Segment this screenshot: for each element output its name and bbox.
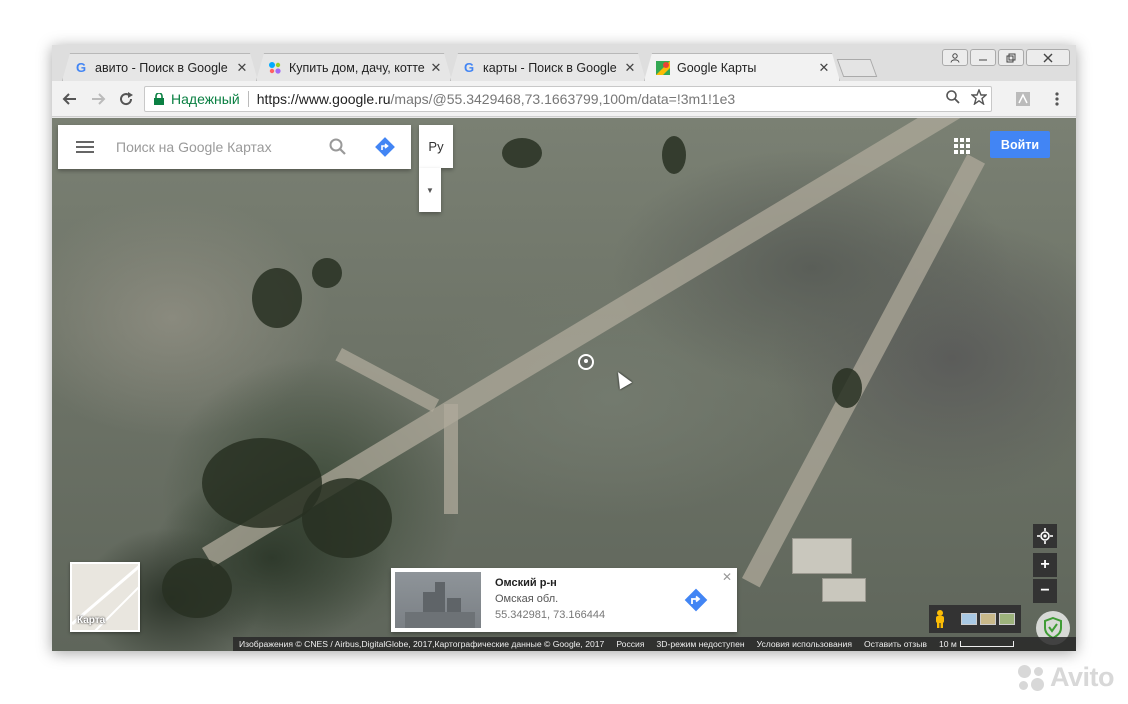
extension-icon[interactable] <box>1012 88 1034 110</box>
satellite-map[interactable]: Ру ▼ Войти Омский р-н Омская обл. 55.342… <box>52 118 1076 651</box>
close-icon[interactable]: ✕ <box>722 570 732 584</box>
maps-search-input[interactable] <box>116 139 316 155</box>
tab-title: Google Карты <box>677 60 757 75</box>
zoom-out-button[interactable]: − <box>1033 579 1057 603</box>
terms-link[interactable]: Условия использования <box>757 639 852 649</box>
my-location-icon[interactable] <box>1033 524 1057 548</box>
secure-label: Надежный <box>171 91 240 107</box>
browser-window: G авито - Поиск в Google ✕ Купить дом, д… <box>52 45 1076 651</box>
window-close-button[interactable] <box>1026 49 1070 66</box>
close-icon[interactable]: ✕ <box>235 60 249 76</box>
tab-google-maps[interactable]: Google Карты ✕ <box>644 53 840 81</box>
3d-mode-status: 3D-режим недоступен <box>656 639 745 649</box>
menu-dots-icon[interactable] <box>1046 88 1068 110</box>
avito-logo-icon <box>1016 663 1046 693</box>
imagery-thumbnails[interactable] <box>961 613 1015 625</box>
restore-button[interactable] <box>998 49 1024 66</box>
language-button[interactable]: Ру <box>419 125 453 168</box>
signin-button[interactable]: Войти <box>990 131 1050 158</box>
map-tree <box>162 558 232 618</box>
scale-indicator: 10 м <box>939 639 1020 649</box>
map-road <box>444 404 458 514</box>
tab-strip: G авито - Поиск в Google ✕ Купить дом, д… <box>52 45 1076 81</box>
url-host: https://www.google.ru <box>256 91 391 107</box>
map-tree <box>252 268 302 328</box>
google-maps-icon <box>655 60 671 76</box>
map-footer: Изображения © CNES / Airbus,DigitalGlobe… <box>233 637 1076 651</box>
map-building <box>792 538 852 574</box>
place-coordinates: 55.342981, 73.166444 <box>495 609 606 621</box>
tab-maps-search[interactable]: G карты - Поиск в Google ✕ <box>450 53 646 81</box>
tab-title: карты - Поиск в Google <box>483 60 617 75</box>
country-link[interactable]: Россия <box>616 639 644 649</box>
place-name: Омский р-н <box>495 577 557 589</box>
divider <box>247 91 249 107</box>
imagery-credit: Изображения © CNES / Airbus,DigitalGlobe… <box>239 639 605 649</box>
forward-icon[interactable] <box>86 87 110 111</box>
directions-icon[interactable] <box>374 136 396 158</box>
tab-avito-search[interactable]: G авито - Поиск в Google ✕ <box>62 53 258 81</box>
map-tree <box>302 478 392 558</box>
close-icon[interactable]: ✕ <box>623 60 637 76</box>
tab-title: авито - Поиск в Google <box>95 60 228 75</box>
menu-icon[interactable] <box>76 141 94 153</box>
search-icon[interactable] <box>328 137 348 157</box>
tab-title: Купить дом, дачу, котте <box>289 60 425 75</box>
zoom-icon[interactable] <box>945 89 961 109</box>
location-pin-icon[interactable] <box>578 354 594 370</box>
map-layer-toggle[interactable]: Карта <box>70 562 140 632</box>
omnibox-actions <box>945 88 988 109</box>
directions-icon[interactable] <box>683 587 709 613</box>
minimap-label: Карта <box>77 615 106 626</box>
map-tree <box>832 368 862 408</box>
avito-dots-icon <box>267 60 283 76</box>
lock-icon <box>151 91 167 107</box>
maps-search-box <box>58 125 411 169</box>
bookmark-star-icon[interactable] <box>970 88 988 109</box>
google-g-icon: G <box>75 60 87 75</box>
google-g-icon: G <box>463 60 475 75</box>
map-building <box>822 578 866 602</box>
close-icon[interactable]: ✕ <box>817 60 831 76</box>
minimize-button[interactable] <box>970 49 996 66</box>
tab-avito-listing[interactable]: Купить дом, дачу, котте ✕ <box>256 53 452 81</box>
watermark-text: Avito <box>1050 662 1115 692</box>
zoom-in-button[interactable]: + <box>1033 553 1057 577</box>
reload-icon[interactable] <box>114 87 138 111</box>
feedback-link[interactable]: Оставить отзыв <box>864 639 927 649</box>
back-icon[interactable] <box>58 87 82 111</box>
scale-label: 10 м <box>938 639 957 649</box>
place-region: Омская обл. <box>495 593 559 605</box>
chevron-down-icon[interactable]: ▼ <box>419 168 441 212</box>
scale-bar <box>959 641 1014 647</box>
pegman-icon[interactable] <box>929 608 951 630</box>
browser-toolbar: Надежный https://www.google.ru/maps/@55.… <box>52 81 1076 117</box>
street-view-bar <box>929 605 1021 633</box>
new-tab-button[interactable] <box>836 59 878 77</box>
apps-grid-icon[interactable] <box>954 138 970 154</box>
mouse-cursor-icon <box>611 368 633 390</box>
map-road <box>335 348 440 413</box>
place-thumbnail[interactable] <box>395 572 481 628</box>
map-tree <box>312 258 342 288</box>
profile-icon[interactable] <box>942 49 968 66</box>
map-tree <box>502 138 542 168</box>
window-controls <box>942 49 1070 66</box>
avito-watermark: Avito <box>1016 662 1115 693</box>
close-icon[interactable]: ✕ <box>429 60 443 76</box>
map-tree <box>662 136 686 174</box>
place-info-card[interactable]: Омский р-н Омская обл. 55.342981, 73.166… <box>391 568 737 632</box>
url-path: /maps/@55.3429468,73.1663799,100m/data=!… <box>390 91 736 107</box>
address-bar[interactable]: Надежный https://www.google.ru/maps/@55.… <box>144 86 992 112</box>
